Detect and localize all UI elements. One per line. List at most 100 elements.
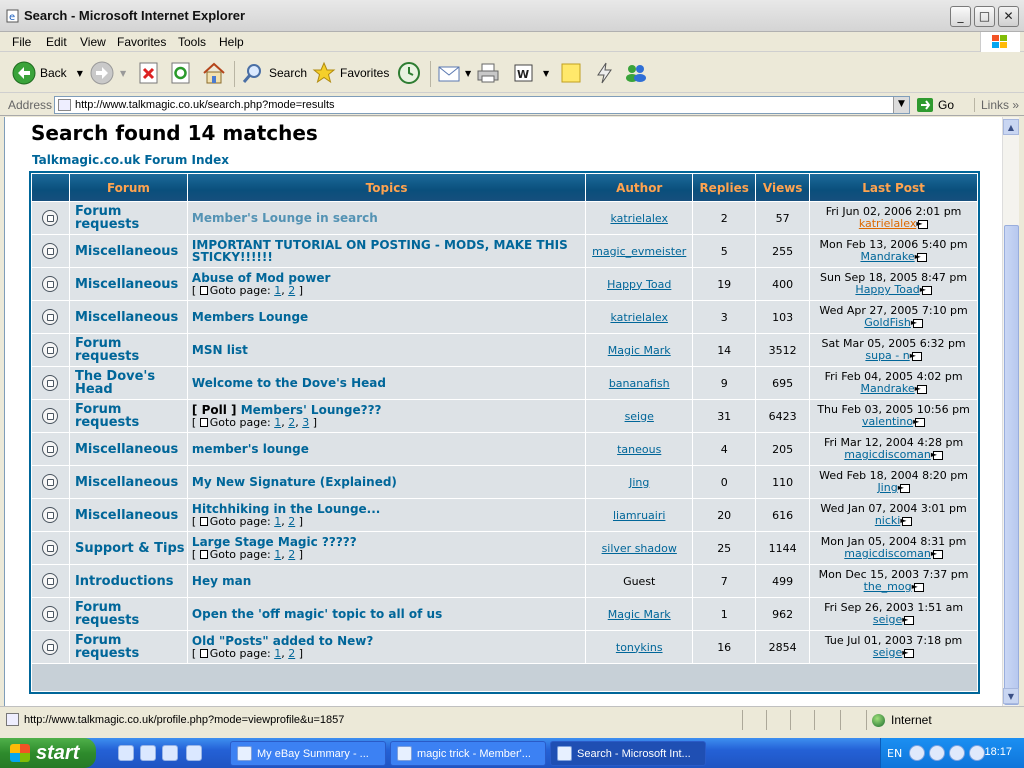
quicklaunch-ie-icon[interactable] [118, 745, 134, 761]
goto-page-link[interactable]: 1 [274, 548, 281, 561]
maximize-button[interactable]: □ [974, 6, 995, 27]
tray-icon-1[interactable] [909, 745, 925, 761]
forum-link[interactable]: Forum requests [69, 202, 187, 234]
search-button[interactable]: Search [241, 59, 307, 87]
view-latest-post-icon[interactable] [900, 515, 913, 527]
topic-link[interactable]: Hey man [192, 574, 251, 588]
topic-link[interactable]: Abuse of Mod power [192, 271, 330, 285]
vertical-scrollbar[interactable]: ▲ ▼ [1002, 117, 1019, 706]
goto-page-link[interactable]: 1 [274, 515, 281, 528]
topic-link[interactable]: Welcome to the Dove's Head [192, 376, 386, 390]
forum-link[interactable]: Miscellaneous [69, 301, 187, 333]
view-latest-post-icon[interactable] [916, 218, 929, 230]
menu-favorites[interactable]: Favorites [117, 35, 166, 49]
forum-link[interactable]: Introductions [69, 565, 187, 597]
topic-link[interactable]: Member's Lounge in search [192, 211, 378, 225]
menu-tools[interactable]: Tools [178, 35, 206, 49]
quicklaunch-browser-icon[interactable] [186, 745, 202, 761]
tray-icon-3[interactable] [949, 745, 965, 761]
author-link[interactable]: seige [586, 400, 693, 432]
task-magic-trick[interactable]: magic trick - Member'... [390, 741, 546, 766]
last-post-user-link[interactable]: Mandrake [860, 382, 914, 395]
view-latest-post-icon[interactable] [902, 647, 915, 659]
goto-page-link[interactable]: 1 [274, 284, 281, 297]
goto-page-link[interactable]: 2 [288, 416, 295, 429]
forum-link[interactable]: Forum requests [69, 334, 187, 366]
forum-link[interactable]: Miscellaneous [69, 499, 187, 531]
goto-page-link[interactable]: 2 [288, 548, 295, 561]
start-button[interactable]: start [0, 738, 96, 768]
author-link[interactable]: bananafish [586, 367, 693, 399]
messenger-button[interactable] [624, 59, 648, 87]
forum-link[interactable]: Forum requests [69, 400, 187, 432]
favorites-button[interactable]: Favorites [312, 59, 389, 87]
topic-link[interactable]: Old "Posts" added to New? [192, 634, 373, 648]
forum-link[interactable]: The Dove's Head [69, 367, 187, 399]
view-latest-post-icon[interactable] [910, 350, 922, 362]
author-link[interactable]: Jing [586, 466, 693, 498]
view-latest-post-icon[interactable] [898, 482, 910, 494]
forum-link[interactable]: Forum requests [69, 631, 187, 663]
goto-page-link[interactable]: 1 [274, 647, 281, 660]
menu-edit[interactable]: Edit [46, 35, 67, 49]
last-post-user-link[interactable]: magicdiscoman [844, 547, 931, 560]
tray-icon-2[interactable] [929, 745, 945, 761]
topic-link[interactable]: Large Stage Magic ????? [192, 535, 357, 549]
last-post-user-link[interactable]: magicdiscoman [844, 448, 931, 461]
author-link[interactable]: katrielalex [586, 301, 693, 333]
menu-file[interactable]: File [12, 35, 31, 49]
forum-index-link[interactable]: Talkmagic.co.uk Forum Index [32, 153, 229, 167]
topic-link[interactable]: Open the 'off magic' topic to all of us [192, 607, 442, 621]
topic-link[interactable]: MSN list [192, 343, 248, 357]
forward-button[interactable]: ▼ [90, 59, 126, 87]
last-post-user-link[interactable]: nicki [875, 514, 901, 527]
view-latest-post-icon[interactable] [912, 581, 924, 593]
last-post-user-link[interactable]: Mandrake [860, 250, 914, 263]
forum-link[interactable]: Forum requests [69, 598, 187, 630]
topic-link[interactable]: My New Signature (Explained) [192, 475, 397, 489]
go-button[interactable]: Go [916, 96, 954, 114]
scroll-down-icon[interactable]: ▼ [1003, 688, 1019, 704]
view-latest-post-icon[interactable] [915, 251, 927, 263]
forum-link[interactable]: Support & Tips [69, 532, 187, 564]
task-ebay[interactable]: My eBay Summary - ... [230, 741, 386, 766]
view-latest-post-icon[interactable] [920, 284, 932, 296]
menu-help[interactable]: Help [219, 35, 244, 49]
author-link[interactable]: tonykins [586, 631, 693, 663]
mail-button[interactable]: ▼ [437, 59, 471, 87]
menu-view[interactable]: View [80, 35, 106, 49]
forum-link[interactable]: Miscellaneous [69, 466, 187, 498]
author-link[interactable]: silver shadow [586, 532, 693, 564]
history-button[interactable] [397, 59, 421, 87]
last-post-user-link[interactable]: supa - n [865, 349, 909, 362]
author-link[interactable]: Magic Mark [586, 598, 693, 630]
scroll-thumb[interactable] [1004, 225, 1019, 705]
print-button[interactable] [476, 59, 500, 87]
scroll-up-icon[interactable]: ▲ [1003, 119, 1019, 135]
language-indicator[interactable]: EN [887, 747, 902, 760]
view-latest-post-icon[interactable] [902, 614, 915, 626]
last-post-user-link[interactable]: seige [873, 613, 902, 626]
topic-link[interactable]: Members Lounge [192, 310, 308, 324]
view-latest-post-icon[interactable] [931, 449, 943, 461]
close-button[interactable]: ✕ [998, 6, 1019, 27]
view-latest-post-icon[interactable] [931, 548, 943, 560]
stop-button[interactable] [138, 59, 160, 87]
edit-word-button[interactable]: W ▼ [513, 59, 549, 87]
last-post-user-link[interactable]: valentino [862, 415, 913, 428]
author-link[interactable]: taneous [586, 433, 693, 465]
view-latest-post-icon[interactable] [911, 317, 923, 329]
last-post-user-link[interactable]: GoldFish [864, 316, 911, 329]
view-latest-post-icon[interactable] [913, 416, 926, 428]
quicklaunch-outlook-icon[interactable] [140, 745, 156, 761]
topic-link[interactable]: member's lounge [192, 442, 309, 456]
address-input[interactable]: http://www.talkmagic.co.uk/search.php?mo… [54, 96, 910, 114]
goto-page-link[interactable]: 1 [274, 416, 281, 429]
author-link[interactable]: katrielalex [586, 202, 693, 234]
last-post-user-link[interactable]: katrielalex [859, 217, 917, 230]
notes-button[interactable] [560, 59, 582, 87]
view-latest-post-icon[interactable] [915, 383, 927, 395]
home-button[interactable] [202, 59, 226, 87]
goto-page-link[interactable]: 2 [288, 515, 295, 528]
back-button[interactable]: Back ▼ [12, 59, 83, 87]
